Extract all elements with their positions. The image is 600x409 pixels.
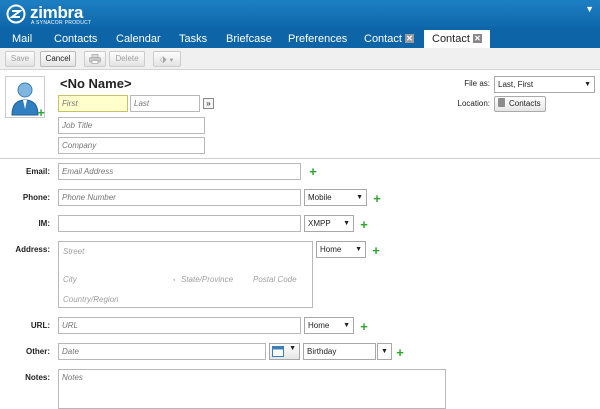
- tab-label: Calendar: [116, 33, 161, 45]
- tab-label: Contact: [432, 33, 470, 45]
- tab-contact-draft[interactable]: Contact ✕: [364, 30, 414, 48]
- add-url-icon[interactable]: +: [359, 320, 369, 333]
- chevron-down-icon: ▼: [343, 322, 350, 329]
- add-photo-icon[interactable]: +: [36, 106, 46, 119]
- phone-type-select[interactable]: Mobile ▼: [304, 189, 367, 206]
- street-placeholder[interactable]: Street: [63, 247, 84, 256]
- notes-textarea[interactable]: [58, 369, 446, 409]
- printer-icon: [89, 54, 101, 64]
- tab-briefcase[interactable]: Briefcase: [226, 30, 272, 48]
- logo-subtext: A SYNACOR PRODUCT: [31, 20, 92, 26]
- tab-contact-active[interactable]: Contact ✕: [424, 30, 490, 48]
- im-type-value: XMPP: [308, 219, 331, 228]
- address-block[interactable]: Street City , State/Province Postal Code…: [58, 241, 313, 308]
- tab-preferences[interactable]: Preferences: [288, 30, 347, 48]
- zimbra-swirl-icon: [6, 4, 26, 24]
- tab-label: Preferences: [288, 33, 348, 45]
- url-type-value: Home: [308, 321, 330, 330]
- tab-label: Briefcase: [226, 33, 272, 45]
- im-input[interactable]: [58, 215, 301, 232]
- first-name-input[interactable]: [58, 95, 128, 112]
- tab-label: Mail: [12, 33, 33, 45]
- address-separator: ,: [173, 273, 176, 282]
- url-label: URL:: [30, 321, 50, 330]
- company-input[interactable]: [58, 137, 205, 154]
- email-input[interactable]: [58, 163, 301, 180]
- contact-toolbar: Save Cancel Delete ⬗ ▼: [0, 48, 600, 70]
- section-divider: [0, 158, 600, 159]
- other-type-value: Birthday: [307, 347, 337, 356]
- tag-icon: ⬗: [159, 54, 167, 64]
- other-type-dropdown-button[interactable]: ▼: [377, 343, 392, 360]
- chevron-down-icon: ▼: [356, 194, 363, 201]
- delete-button[interactable]: Delete: [109, 51, 145, 67]
- email-label: Email:: [25, 167, 50, 176]
- location-button[interactable]: Contacts: [494, 96, 546, 112]
- chevron-down-icon: ▼: [584, 81, 591, 88]
- chevron-down-icon: ▼: [381, 348, 388, 355]
- zimbra-logo[interactable]: zimbra A SYNACOR PRODUCT: [6, 3, 92, 27]
- phone-input[interactable]: [58, 189, 301, 206]
- close-tab-icon[interactable]: ✕: [472, 34, 482, 43]
- tab-label: Contacts: [54, 33, 98, 45]
- address-label: Address:: [15, 245, 50, 254]
- country-placeholder[interactable]: Country/Region: [63, 295, 119, 304]
- address-type-value: Home: [320, 245, 342, 254]
- tab-calendar[interactable]: Calendar: [116, 30, 161, 48]
- tab-mail[interactable]: Mail: [12, 30, 32, 48]
- phone-label: Phone:: [22, 193, 50, 202]
- file-as-select[interactable]: Last, First ▼: [494, 76, 595, 93]
- add-other-icon[interactable]: +: [395, 346, 405, 359]
- contact-photo[interactable]: +: [5, 76, 46, 119]
- add-address-icon[interactable]: +: [371, 244, 381, 257]
- user-menu-arrow-icon[interactable]: ▼: [585, 4, 594, 14]
- print-button[interactable]: [84, 51, 106, 67]
- location-value: Contacts: [509, 99, 541, 108]
- notes-label: Notes:: [25, 373, 50, 382]
- app-header: zimbra A SYNACOR PRODUCT ▼: [0, 0, 600, 30]
- postal-code-placeholder[interactable]: Postal Code: [253, 275, 297, 284]
- chevron-down-icon: ▼: [168, 58, 175, 64]
- contact-name-title: <No Name>: [60, 76, 132, 91]
- im-type-select[interactable]: XMPP ▼: [304, 215, 354, 232]
- tab-contacts[interactable]: Contacts: [54, 30, 97, 48]
- im-label: IM:: [38, 219, 50, 228]
- more-name-fields-button[interactable]: »: [203, 98, 214, 109]
- tag-button[interactable]: ⬗ ▼: [153, 51, 181, 67]
- chevron-down-icon: ▼: [343, 220, 350, 227]
- tab-label: Contact: [364, 33, 402, 45]
- add-phone-icon[interactable]: +: [372, 192, 382, 205]
- close-tab-icon[interactable]: ✕: [404, 34, 414, 43]
- add-im-icon[interactable]: +: [359, 218, 369, 231]
- tab-tasks[interactable]: Tasks: [179, 30, 207, 48]
- location-label: Location:: [457, 99, 490, 108]
- job-title-input[interactable]: [58, 117, 205, 134]
- chevron-down-icon: ▼: [355, 246, 362, 253]
- file-as-value: Last, First: [498, 80, 534, 89]
- city-placeholder[interactable]: City: [63, 275, 77, 284]
- url-type-select[interactable]: Home ▼: [304, 317, 354, 334]
- file-as-label: File as:: [464, 79, 490, 88]
- phone-type-value: Mobile: [308, 193, 332, 202]
- save-button[interactable]: Save: [5, 51, 35, 67]
- date-picker-button[interactable]: ▼: [269, 343, 300, 360]
- chevron-down-icon: ▼: [289, 345, 296, 352]
- last-name-input[interactable]: [130, 95, 200, 112]
- tab-label: Tasks: [179, 33, 208, 45]
- other-type-select[interactable]: Birthday: [303, 343, 376, 360]
- app-tab-bar: Mail Contacts Calendar Tasks Briefcase P…: [0, 30, 600, 48]
- state-placeholder[interactable]: State/Province: [181, 275, 233, 284]
- calendar-icon: [272, 346, 284, 357]
- url-input[interactable]: [58, 317, 301, 334]
- other-label: Other:: [26, 347, 50, 356]
- add-email-icon[interactable]: +: [308, 165, 318, 178]
- contacts-book-icon: [498, 98, 505, 107]
- other-date-input[interactable]: [58, 343, 266, 360]
- address-type-select[interactable]: Home ▼: [316, 241, 366, 258]
- cancel-button[interactable]: Cancel: [40, 51, 76, 67]
